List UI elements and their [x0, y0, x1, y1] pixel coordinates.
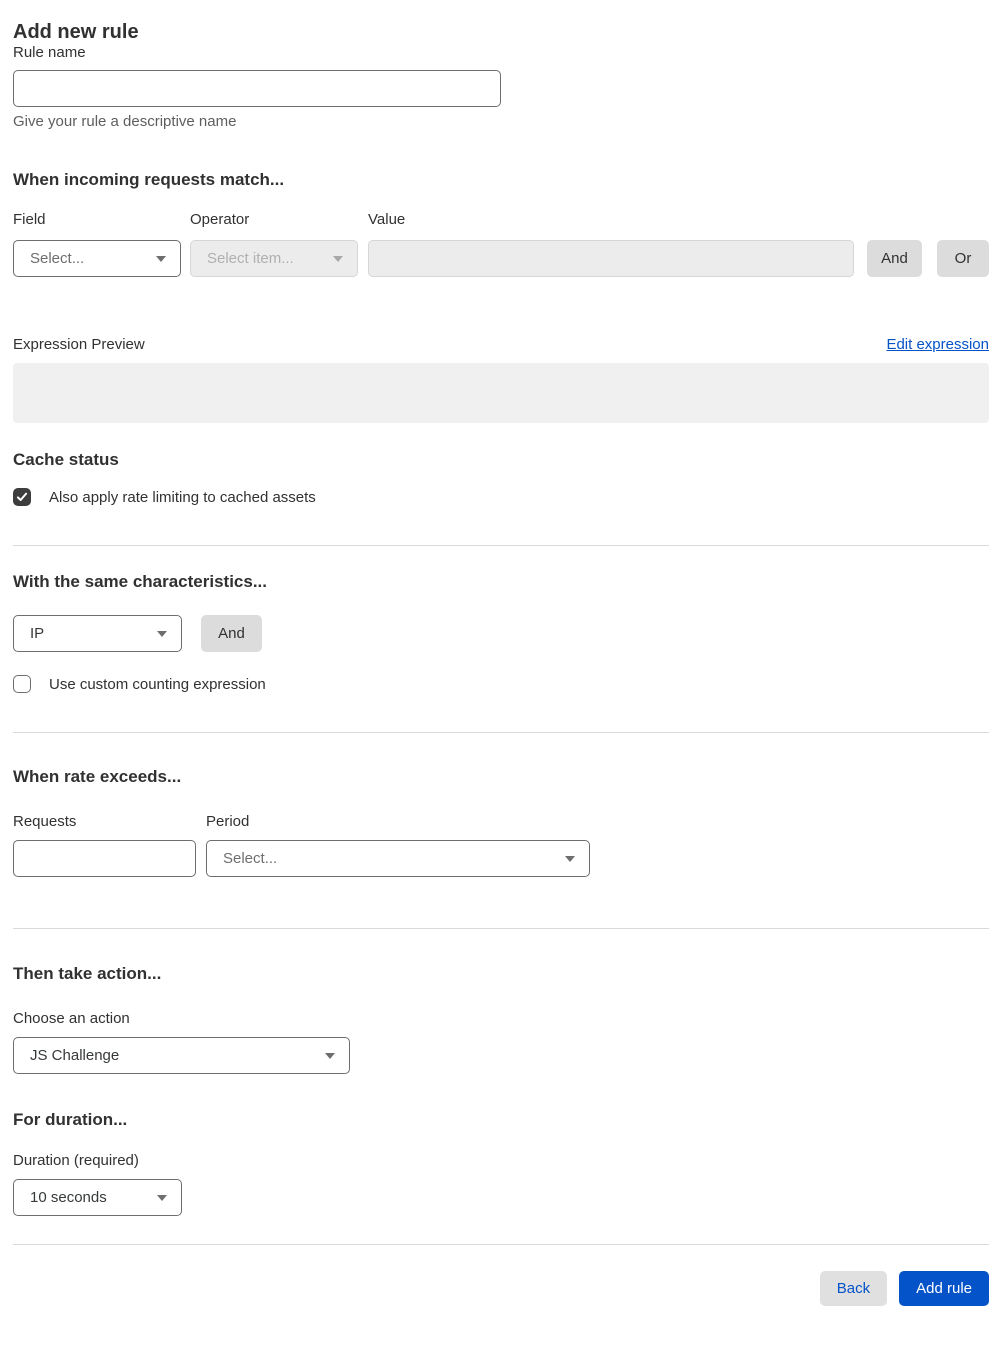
chevron-down-icon — [333, 255, 343, 262]
rule-name-helper: Give your rule a descriptive name — [13, 113, 237, 130]
custom-counting-checkbox[interactable] — [13, 675, 31, 693]
chevron-down-icon — [157, 630, 167, 637]
action-select-value: JS Challenge — [30, 1047, 120, 1064]
period-label: Period — [206, 813, 250, 830]
choose-action-label: Choose an action — [13, 1010, 130, 1027]
requests-label: Requests — [13, 813, 77, 830]
cached-assets-checkbox-label[interactable]: Also apply rate limiting to cached asset… — [49, 489, 316, 506]
period-column: Period Select... — [206, 813, 590, 877]
characteristic-select[interactable]: IP — [13, 615, 182, 652]
operator-select-value: Select item... — [207, 250, 294, 267]
chevron-down-icon — [325, 1052, 335, 1059]
characteristics-and-button[interactable]: And — [201, 615, 262, 652]
expression-preview-box — [13, 363, 989, 423]
rule-name-label: Rule name — [13, 44, 86, 61]
expression-preview-row: Expression Preview Edit expression — [13, 336, 989, 353]
cache-status-heading: Cache status — [13, 450, 119, 469]
add-rule-form: Add new rule Rule name Give your rule a … — [0, 21, 1002, 1320]
value-input — [368, 240, 854, 277]
duration-select-value: 10 seconds — [30, 1189, 107, 1206]
operator-select: Select item... — [190, 240, 358, 277]
divider — [13, 1244, 989, 1245]
counting-expression-row: Use custom counting expression — [13, 675, 989, 693]
custom-counting-checkbox-label[interactable]: Use custom counting expression — [49, 676, 266, 693]
page-title: Add new rule — [13, 21, 139, 43]
value-label: Value — [368, 211, 406, 228]
period-select-value: Select... — [223, 850, 278, 867]
checkmark-icon — [16, 492, 28, 501]
rule-name-input[interactable] — [13, 70, 501, 107]
and-button[interactable]: And — [867, 240, 922, 277]
back-button[interactable]: Back — [819, 1271, 888, 1306]
footer-actions: Back Add rule — [13, 1271, 989, 1320]
duration-heading: For duration... — [13, 1110, 128, 1129]
characteristics-heading: With the same characteristics... — [13, 572, 268, 591]
field-label: Field — [13, 211, 46, 228]
field-select-value: Select... — [30, 250, 85, 267]
value-column: Value — [368, 211, 854, 277]
requests-column: Requests — [13, 813, 196, 877]
match-controls-row: Field Select... Operator Select item... … — [13, 211, 989, 277]
chevron-down-icon — [565, 855, 575, 862]
divider — [13, 545, 989, 546]
field-column: Field Select... — [13, 211, 181, 277]
or-button[interactable]: Or — [937, 240, 989, 277]
action-heading: Then take action... — [13, 964, 162, 983]
divider — [13, 732, 989, 733]
divider — [13, 928, 989, 929]
characteristic-select-value: IP — [30, 625, 45, 642]
rate-controls-row: Requests Period Select... — [13, 813, 989, 877]
operator-column: Operator Select item... — [190, 211, 358, 277]
duration-label: Duration (required) — [13, 1152, 139, 1169]
characteristics-row: IP And — [13, 615, 989, 652]
chevron-down-icon — [157, 1194, 167, 1201]
edit-expression-link[interactable]: Edit expression — [886, 336, 989, 353]
expression-preview-label: Expression Preview — [13, 336, 145, 353]
match-section-heading: When incoming requests match... — [13, 170, 285, 189]
duration-select[interactable]: 10 seconds — [13, 1179, 182, 1216]
cache-checkbox-row: Also apply rate limiting to cached asset… — [13, 488, 989, 506]
action-select[interactable]: JS Challenge — [13, 1037, 350, 1074]
requests-input[interactable] — [13, 840, 196, 877]
cached-assets-checkbox[interactable] — [13, 488, 31, 506]
operator-label: Operator — [190, 211, 250, 228]
period-select[interactable]: Select... — [206, 840, 590, 877]
add-rule-button[interactable]: Add rule — [899, 1271, 989, 1306]
chevron-down-icon — [156, 255, 166, 262]
field-select[interactable]: Select... — [13, 240, 181, 277]
rate-heading: When rate exceeds... — [13, 767, 182, 786]
